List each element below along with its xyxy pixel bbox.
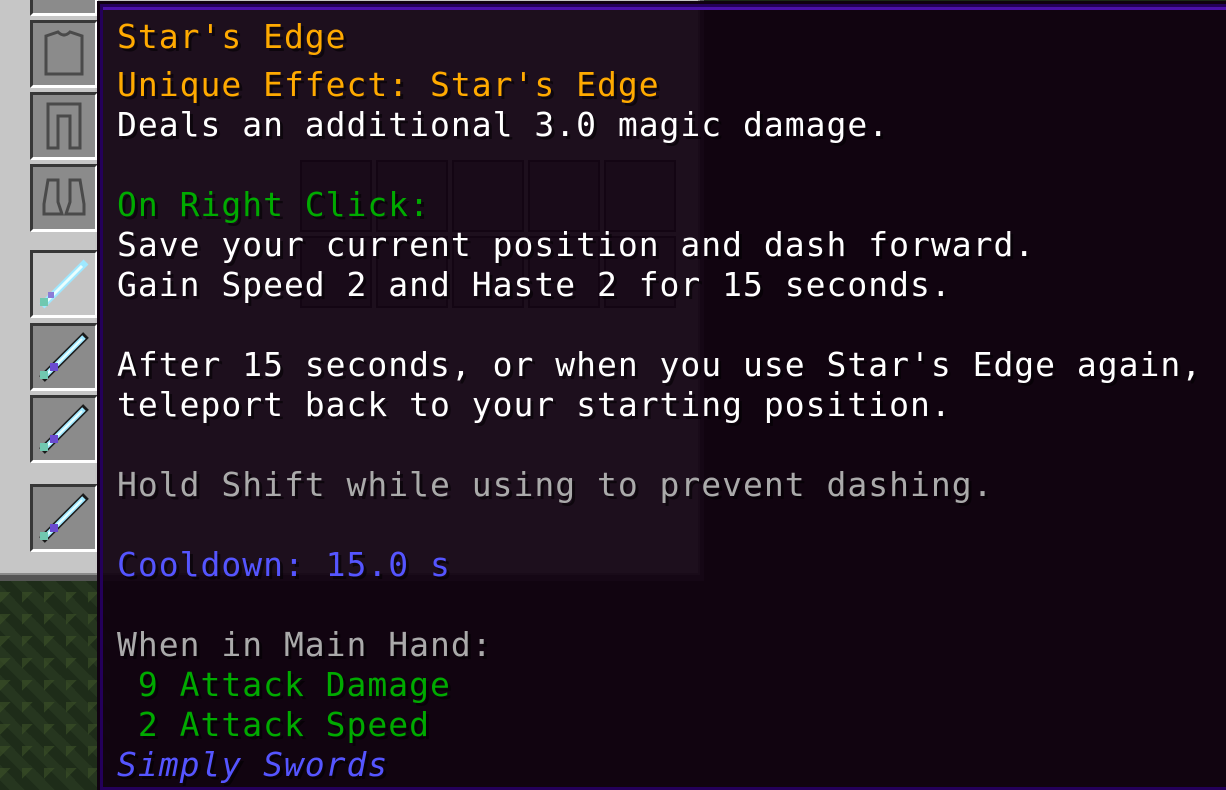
cooldown: Cooldown: 15.0 s [117,545,451,584]
item-title: Star's Edge [117,17,347,56]
hotbar-slot[interactable] [30,484,98,552]
stars-edge-sword-icon [39,493,89,543]
leggings-slot[interactable] [30,92,98,160]
after-line-2: teleport back to your starting position. [117,385,952,424]
offhand-slot[interactable] [30,250,98,318]
helmet-slot-icon [40,0,88,6]
stars-edge-sword-icon [39,404,89,454]
boots-slot[interactable] [30,164,98,232]
unique-effect: Unique Effect: Star's Edge [117,65,660,104]
item-tooltip: Star's Edge Unique Effect: Star's Edge D… [97,1,1226,790]
helmet-slot[interactable] [30,0,98,16]
chestplate-slot-icon [44,30,84,76]
after-line-1: After 15 seconds, or when you use Star's… [117,345,1203,384]
boots-slot-icon [42,178,86,216]
effect-description: Deals an additional 3.0 magic damage. [117,105,890,144]
right-click-line-1: Save your current position and dash forw… [117,225,1036,264]
stars-edge-sword-icon [39,259,89,309]
attack-damage: 9 Attack Damage [117,665,451,704]
hotbar-slot[interactable] [30,323,98,391]
shift-hint: Hold Shift while using to prevent dashin… [117,465,994,504]
leggings-slot-icon [46,102,82,150]
main-hand-header: When in Main Hand: [117,625,493,664]
right-click-header: On Right Click: [117,185,431,224]
hotbar-slot[interactable] [30,395,98,463]
attack-speed: 2 Attack Speed [117,705,431,744]
tooltip-text: Star's Edge Unique Effect: Star's Edge D… [117,17,1202,785]
stars-edge-sword-icon [39,332,89,382]
mod-name: Simply Swords [117,745,389,784]
right-click-line-2: Gain Speed 2 and Haste 2 for 15 seconds. [117,265,952,304]
world-background [0,570,110,790]
chestplate-slot[interactable] [30,20,98,88]
